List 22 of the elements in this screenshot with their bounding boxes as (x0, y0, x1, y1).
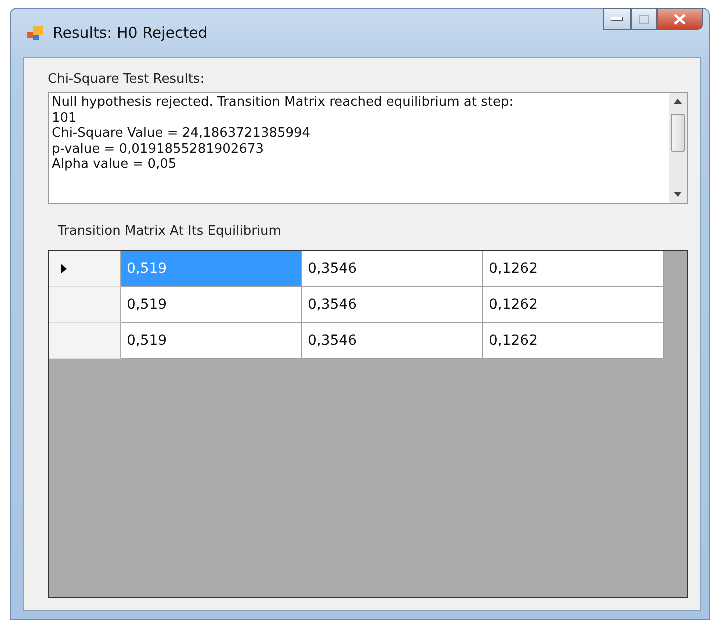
close-button[interactable] (657, 8, 703, 30)
grid-cell[interactable]: 0,3546 (302, 251, 483, 287)
maximize-button[interactable] (631, 8, 657, 30)
close-icon (674, 14, 686, 24)
results-label: Chi-Square Test Results: (48, 72, 206, 87)
scrollbar[interactable] (669, 93, 687, 203)
grid-cell[interactable]: 0,519 (121, 287, 302, 323)
maximize-icon (639, 14, 649, 24)
app-icon (27, 26, 43, 40)
grid-cell[interactable]: 0,3546 (302, 287, 483, 323)
scroll-down-icon[interactable] (674, 192, 682, 197)
grid-cell[interactable]: 0,1262 (483, 323, 664, 359)
grid-cell[interactable]: 0,519 (121, 323, 302, 359)
results-text-box[interactable]: Null hypothesis rejected. Transition Matrix reached equilibrium at step: 101 Chi-Square Value = 24,1863721385994 p-value = 0,0191855281902673 Alpha value = 0,05 (48, 92, 688, 204)
grid-cell[interactable]: 0,1262 (483, 251, 664, 287)
minimize-icon (611, 17, 623, 21)
grid-cell[interactable]: 0,3546 (302, 323, 483, 359)
matrix-label: Transition Matrix At Its Equilibrium (58, 224, 282, 239)
scroll-up-icon[interactable] (674, 99, 682, 104)
minimize-button[interactable] (603, 8, 631, 30)
grid-cell[interactable]: 0,1262 (483, 287, 664, 323)
window-title: Results: H0 Rejected (53, 24, 208, 42)
